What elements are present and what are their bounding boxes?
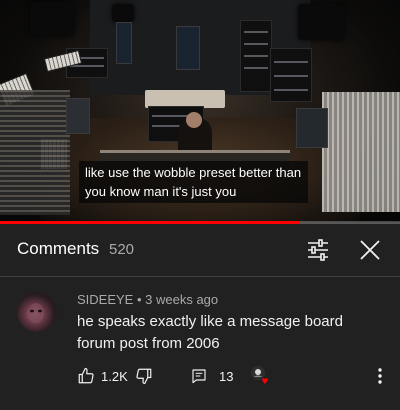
caption-line: like use the wobble preset better than — [85, 165, 302, 180]
meta-separator: • — [133, 292, 146, 307]
rack-unit — [240, 20, 272, 92]
door — [176, 26, 200, 70]
comment-meta: SIDEEYE • 3 weeks ago — [77, 292, 218, 307]
thumbs-up-icon — [78, 367, 94, 384]
modular-synth-right — [322, 92, 400, 212]
like-count: 1.2K — [101, 368, 128, 384]
speaker-right — [298, 4, 344, 40]
more-vert-icon[interactable] — [374, 366, 386, 386]
closed-caption: like use the wobble preset better than y… — [79, 161, 308, 203]
speaker-left — [30, 2, 74, 36]
paper-stand — [66, 98, 90, 134]
monitor — [116, 22, 132, 64]
creator-heart-icon — [251, 366, 268, 384]
sort-filter-icon[interactable] — [306, 238, 330, 262]
comments-count: 520 — [109, 241, 135, 258]
dislike-button[interactable] — [135, 366, 153, 386]
like-button[interactable]: 1.2K — [77, 366, 128, 386]
comment-time: 3 weeks ago — [145, 292, 219, 307]
producer-head — [186, 112, 202, 128]
speaker-small — [112, 4, 134, 22]
reply-button[interactable]: 13 — [191, 366, 233, 386]
comments-title: Comments — [17, 239, 100, 258]
comment-text: he speaks exactly like a message board f… — [77, 313, 343, 352]
avatar-image — [28, 303, 44, 323]
studio-monitor-right — [296, 108, 328, 148]
thumbs-down-icon — [136, 368, 152, 385]
caption-line: you know man it's just you — [85, 184, 237, 199]
reply-count: 13 — [219, 368, 234, 384]
comment-author[interactable]: SIDEEYE — [77, 292, 133, 307]
modular-rack-left — [0, 90, 70, 215]
modular-synth — [270, 48, 312, 102]
video-player[interactable]: like use the wobble preset better than y… — [0, 0, 400, 222]
close-icon[interactable] — [358, 238, 382, 262]
reply-icon — [192, 369, 206, 384]
comments-header: Comments 520 — [0, 224, 400, 277]
avatar[interactable] — [17, 292, 57, 332]
